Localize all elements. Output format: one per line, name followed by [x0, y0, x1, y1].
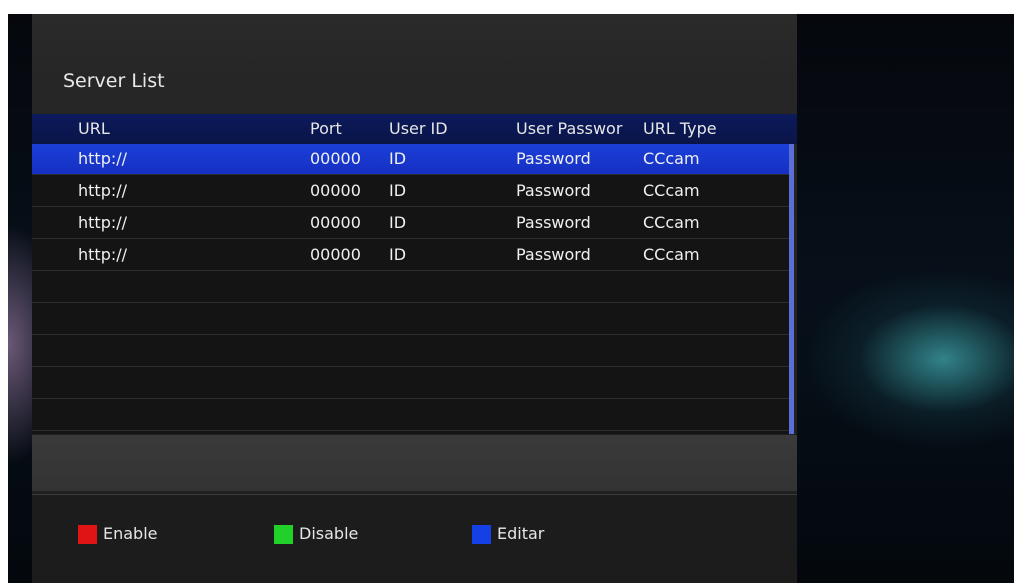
- blue-key-icon: [472, 525, 491, 544]
- cell-port: 00000: [310, 245, 361, 264]
- column-url: URL: [78, 119, 110, 138]
- cell-password: Password: [516, 181, 591, 200]
- empty-row: [32, 336, 789, 367]
- empty-row: [32, 368, 789, 399]
- server-list-panel: Server List URL Port User ID User Passwo…: [32, 14, 797, 583]
- edit-label: Editar: [497, 524, 545, 543]
- empty-row: [32, 272, 789, 303]
- cell-password: Password: [516, 149, 591, 168]
- cell-url-type: CCcam: [643, 149, 700, 168]
- footer-key-bar: Enable Disable Editar: [32, 494, 797, 583]
- table-header: URL Port User ID User Passwor URL Type: [32, 114, 797, 144]
- info-strip: [32, 435, 797, 491]
- server-list: http:// 00000 ID Password CCcam http:// …: [32, 144, 789, 434]
- table-row[interactable]: http:// 00000 ID Password CCcam: [32, 176, 789, 207]
- empty-row: [32, 304, 789, 335]
- cell-port: 00000: [310, 181, 361, 200]
- cell-user-id: ID: [389, 181, 407, 200]
- enable-key[interactable]: Enable: [78, 524, 158, 544]
- cell-password: Password: [516, 213, 591, 232]
- disable-label: Disable: [299, 524, 359, 543]
- cell-port: 00000: [310, 213, 361, 232]
- cell-password: Password: [516, 245, 591, 264]
- cell-url-type: CCcam: [643, 245, 700, 264]
- page-title: Server List: [63, 70, 165, 92]
- cell-user-id: ID: [389, 245, 407, 264]
- cell-user-id: ID: [389, 149, 407, 168]
- disable-key[interactable]: Disable: [274, 524, 358, 544]
- table-row[interactable]: http:// 00000 ID Password CCcam: [32, 208, 789, 239]
- empty-row: [32, 400, 789, 431]
- list-scrollbar[interactable]: [789, 144, 794, 434]
- tv-screen: Server List URL Port User ID User Passwo…: [8, 14, 1014, 583]
- cell-url: http://: [78, 245, 128, 264]
- table-row[interactable]: http:// 00000 ID Password CCcam: [32, 144, 789, 175]
- cell-url-type: CCcam: [643, 181, 700, 200]
- cell-user-id: ID: [389, 213, 407, 232]
- cell-url-type: CCcam: [643, 213, 700, 232]
- red-key-icon: [78, 525, 97, 544]
- column-user-id: User ID: [389, 119, 448, 138]
- cell-url: http://: [78, 181, 128, 200]
- column-port: Port: [310, 119, 342, 138]
- green-key-icon: [274, 525, 293, 544]
- cell-port: 00000: [310, 149, 361, 168]
- column-user-password: User Passwor: [516, 119, 623, 138]
- enable-label: Enable: [103, 524, 158, 543]
- cell-url: http://: [78, 213, 128, 232]
- cell-url: http://: [78, 149, 128, 168]
- table-row[interactable]: http:// 00000 ID Password CCcam: [32, 240, 789, 271]
- column-url-type: URL Type: [643, 119, 717, 138]
- edit-key[interactable]: Editar: [472, 524, 544, 544]
